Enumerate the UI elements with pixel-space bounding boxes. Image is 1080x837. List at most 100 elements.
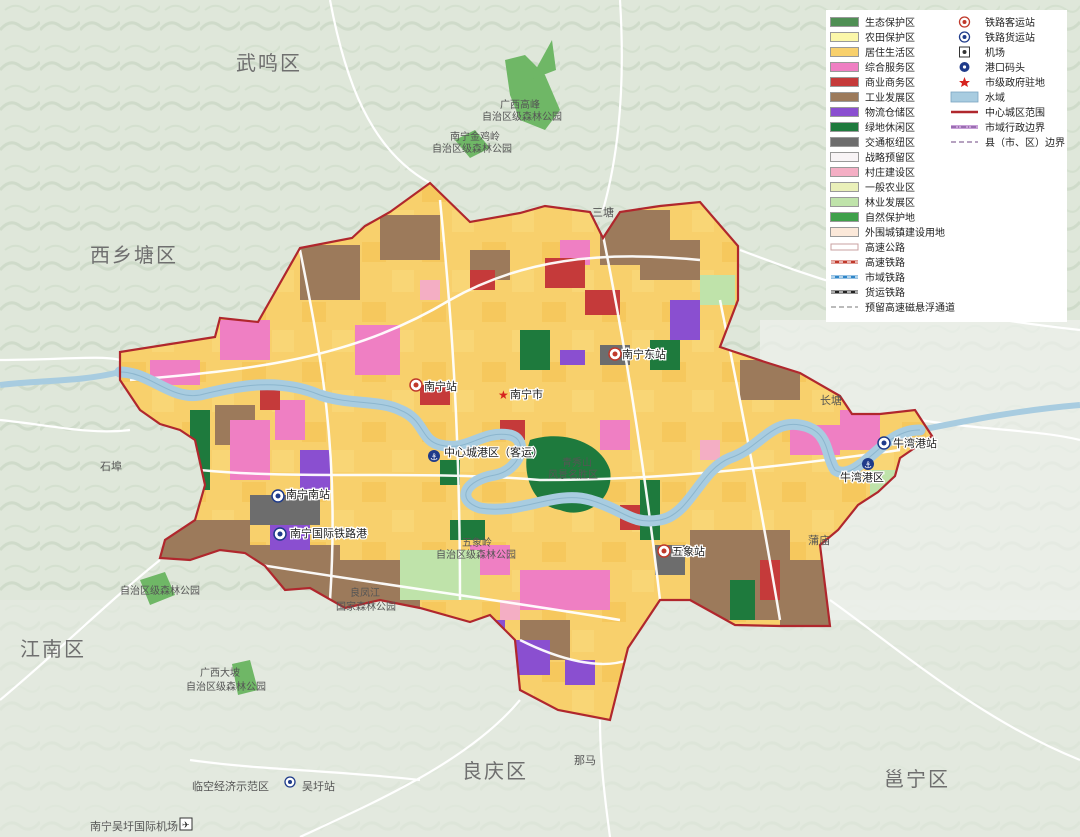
legend-swatch [830, 16, 859, 27]
legend-label: 居住生活区 [865, 48, 915, 59]
airport-icon [950, 46, 979, 58]
legend-label: 自然保护地 [865, 213, 915, 224]
legend-label: 商业商务区 [865, 78, 915, 89]
port-icon [950, 61, 979, 73]
legend-swatch [830, 76, 859, 87]
district-label-jiangnan: 江南区 [20, 637, 86, 661]
district-label-liangqing: 良庆区 [462, 759, 528, 783]
legend-item: 市域行政边界 [950, 119, 1065, 134]
park-liangfeng-level: 国家森林公园 [336, 600, 396, 613]
park-gaofeng-name: 广西高峰 [500, 98, 540, 111]
park-liangfeng-name: 良凤江 [350, 586, 380, 599]
airport-icon: ✈ [182, 821, 190, 831]
legend-label: 市域行政边界 [985, 123, 1045, 134]
anchor-icon: ⚓ [430, 453, 438, 463]
legend-column-landuse: 生态保护区农田保护区居住生活区综合服务区商业商务区工业发展区 物流仓储区绿地休闲区… [830, 14, 955, 314]
anchor-icon: ⚓ [864, 461, 872, 471]
park-dapo-level: 自治区级森林公园 [186, 680, 266, 693]
legend-label: 港口码头 [985, 63, 1025, 74]
legend-label: 高速公路 [865, 243, 905, 254]
passenger-station-icon [950, 15, 979, 28]
legend-item: 港口码头 [950, 59, 1065, 74]
park-jinjiling-level: 自治区级森林公园 [432, 142, 512, 155]
park-gaofeng-level: 自治区级森林公园 [482, 110, 562, 123]
legend-label: 工业发展区 [865, 93, 915, 104]
station-intl-rail-port-label: 南宁国际铁路港 [290, 526, 367, 540]
legend-label: 县（市、区）边界 [985, 138, 1065, 149]
legend-item: 绿地休闲区 [830, 119, 955, 134]
legend-item: 高速铁路 [830, 254, 955, 269]
legend-item: 外围城镇建设用地 [830, 224, 955, 239]
legend-label: 农田保护区 [865, 33, 915, 44]
port-niuwan-label: 牛湾港区 [840, 470, 884, 484]
legend-swatch [830, 61, 859, 72]
legend-swatch [830, 136, 859, 147]
legend-label: 外围城镇建设用地 [865, 228, 945, 239]
place-linkong: 临空经济示范区 [192, 779, 269, 793]
legend-item: 机场 [950, 44, 1065, 59]
legend-swatch [830, 46, 859, 57]
station-wuxiang: 五象站 [657, 543, 706, 559]
legend-label: 水域 [985, 93, 1005, 104]
government-nanning: ★ 南宁市 [498, 386, 544, 403]
place-santang: 三塘 [592, 205, 614, 219]
park-sw-level: 自治区级森林公园 [120, 584, 200, 597]
station-nanning-east: 南宁东站 [608, 346, 667, 362]
legend-item: 市级政府驻地 [950, 74, 1065, 89]
legend-item: 市域铁路 [830, 269, 955, 284]
place-nama: 那马 [574, 754, 596, 767]
legend-label: 铁路货运站 [985, 33, 1035, 44]
park-jinjiling-name: 南宁金鸡岭 [450, 130, 500, 143]
legend-swatch [830, 211, 859, 222]
place-wuxu-station: 吴圩站 [302, 779, 335, 793]
legend-swatch [830, 91, 859, 102]
high-speed-rail-line-icon [830, 256, 859, 268]
legend-label: 机场 [985, 48, 1005, 59]
legend-item: 铁路货运站 [950, 29, 1065, 44]
scenic-qingxiu-type: 风景名胜区 [548, 468, 598, 481]
place-pumiao: 蒲庙 [808, 533, 830, 547]
legend-column-symbols: 铁路客运站铁路货运站机场港口码头市级政府驻地 水域 中心城区范围市域行政边界县（市、… [950, 14, 1065, 149]
legend-label: 一般农业区 [865, 183, 915, 194]
legend-swatch [830, 166, 859, 177]
legend-label: 高速铁路 [865, 258, 905, 269]
legend-label: 货运铁路 [865, 288, 905, 299]
city-rail-line-icon [830, 271, 859, 283]
legend-item: 中心城区范围 [950, 104, 1065, 119]
legend-item: 物流仓储区 [830, 104, 955, 119]
legend-item: 一般农业区 [830, 179, 955, 194]
legend-item: 自然保护地 [830, 209, 955, 224]
legend-swatch [830, 196, 859, 207]
legend-item: 水域 [950, 89, 1065, 104]
legend-swatch [830, 31, 859, 42]
station-nanning: 南宁站 [409, 378, 458, 394]
legend-label: 市域铁路 [865, 273, 905, 284]
park-dapo-name: 广西大坡 [200, 666, 240, 679]
park-wuxiang-name: 五象岭 [462, 536, 492, 549]
legend-item: 农田保护区 [830, 29, 955, 44]
legend-label: 铁路客运站 [985, 18, 1035, 29]
government-star-icon [950, 76, 979, 88]
park-wuxiang-level: 自治区级森林公园 [436, 548, 516, 561]
airport-marker: ✈ [179, 817, 193, 831]
legend-label: 战略预留区 [865, 153, 915, 164]
maglev-line-icon [830, 301, 859, 313]
place-shibu: 石埠 [100, 459, 122, 473]
place-changtang: 长塘 [820, 393, 842, 407]
legend-label: 综合服务区 [865, 63, 915, 74]
station-wuxu-marker [284, 776, 296, 788]
legend-item: 林业发展区 [830, 194, 955, 209]
legend-swatch [830, 181, 859, 192]
freight-rail-line-icon [830, 286, 859, 298]
legend-label: 绿地休闲区 [865, 123, 915, 134]
county-boundary-line-icon [950, 136, 979, 148]
legend-label: 市级政府驻地 [985, 78, 1045, 89]
expressway-line-icon [830, 241, 859, 253]
legend-item: 商业商务区 [830, 74, 955, 89]
legend-label: 生态保护区 [865, 18, 915, 29]
legend-swatch [830, 151, 859, 162]
government-star-icon: ★ [498, 388, 509, 402]
legend-swatch [830, 226, 859, 237]
station-nanning-label: 南宁站 [424, 379, 457, 393]
legend-swatch [830, 121, 859, 132]
